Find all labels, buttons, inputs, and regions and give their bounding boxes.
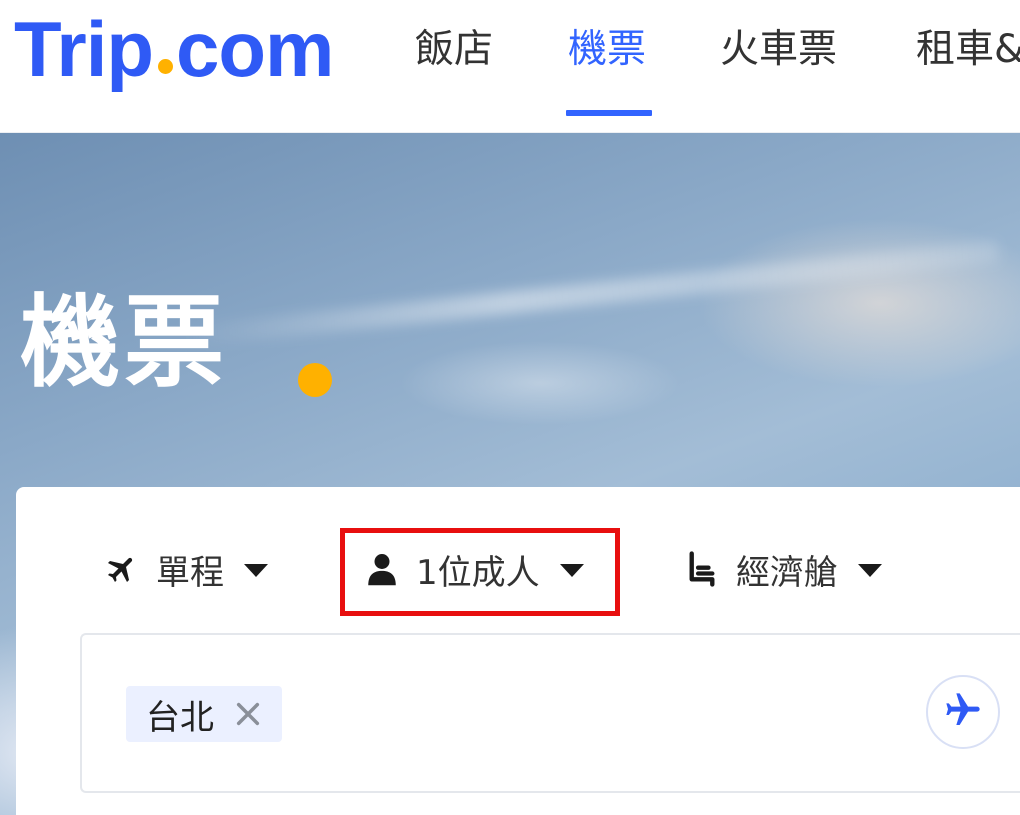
cabin-class-dropdown[interactable]: 經濟艙 — [684, 541, 882, 597]
chevron-down-icon — [244, 563, 268, 577]
logo-dot — [158, 59, 174, 74]
person-icon — [364, 551, 400, 587]
top-header: Trip com 飯店 機票 火車票 租車& — [0, 0, 1020, 133]
logo-text-com: com — [176, 5, 334, 93]
sky-contrail — [181, 240, 999, 348]
airplane-icon-button[interactable] — [926, 675, 1000, 749]
trip-type-dropdown[interactable]: 單程 — [104, 541, 268, 597]
hero-title: 機票 — [20, 284, 228, 401]
hero-banner: 機票 單程 1位成人 經濟艙 台北 — [0, 133, 1020, 815]
tripcom-logo[interactable]: Trip com — [14, 4, 334, 94]
chevron-down-icon — [858, 563, 882, 577]
tab-flights[interactable]: 機票 — [568, 24, 646, 76]
airplane-icon — [943, 690, 983, 734]
flight-search-card: 單程 1位成人 經濟艙 台北 — [16, 487, 1020, 815]
origin-city-input[interactable]: 台北 — [80, 633, 1020, 793]
chevron-down-icon — [559, 563, 584, 577]
trip-type-label: 單程 — [156, 552, 224, 593]
passengers-label: 1位成人 — [416, 552, 540, 593]
active-tab-indicator — [566, 110, 652, 116]
hero-title-dot — [298, 363, 332, 397]
passengers-dropdown[interactable]: 1位成人 — [364, 541, 584, 597]
cabin-class-label: 經濟艙 — [736, 552, 838, 593]
airplane-icon — [104, 551, 140, 587]
city-chip-taipei: 台北 — [126, 686, 282, 742]
seat-icon — [684, 551, 720, 587]
tab-trains[interactable]: 火車票 — [720, 24, 837, 76]
close-icon[interactable] — [232, 698, 264, 730]
logo-text-trip: Trip — [14, 5, 154, 93]
tab-car-rental[interactable]: 租車& — [916, 24, 1020, 76]
city-chip-label: 台北 — [146, 697, 214, 738]
tab-hotels[interactable]: 飯店 — [415, 24, 493, 76]
